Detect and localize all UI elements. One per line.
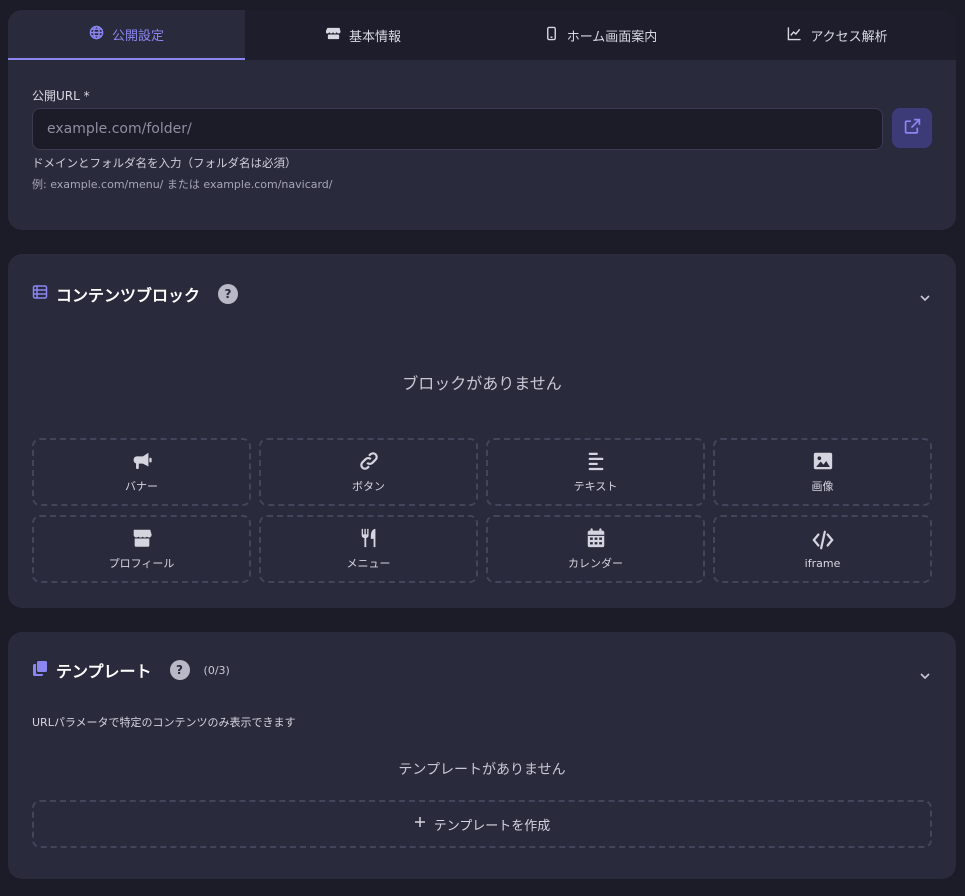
plus-icon <box>414 816 426 832</box>
tab-label: 公開設定 <box>111 28 164 44</box>
add-banner-block[interactable]: バナー <box>32 438 251 506</box>
block-label: ボタン <box>352 480 385 493</box>
block-label: 画像 <box>811 480 834 493</box>
mobile-icon <box>544 26 559 45</box>
help-icon[interactable]: ? <box>218 284 239 304</box>
block-label: テキスト <box>573 480 618 493</box>
template-count: (0/3) <box>203 663 230 677</box>
block-label: プロフィール <box>108 557 175 570</box>
store-icon <box>325 26 341 45</box>
calendar-icon <box>587 528 604 548</box>
add-button-block[interactable]: ボタン <box>259 438 478 506</box>
tab-access-analytics[interactable]: アクセス解析 <box>719 10 956 60</box>
content-blocks-header: コンテンツブロック ? <box>32 282 239 306</box>
megaphone-icon <box>133 452 152 470</box>
url-help-text: ドメインとフォルダ名を入力（フォルダ名は必須） <box>32 156 297 170</box>
tab-label: アクセス解析 <box>810 29 888 45</box>
templates-title: テンプレート <box>56 662 152 681</box>
copy-icon <box>32 660 48 680</box>
tab-label: 基本情報 <box>348 29 401 45</box>
add-calendar-block[interactable]: カレンダー <box>486 515 705 583</box>
chart-line-icon <box>787 26 802 45</box>
link-icon <box>359 452 378 470</box>
templates-header: テンプレート ? (0/3) <box>32 658 230 682</box>
tab-basic-info[interactable]: 基本情報 <box>245 10 482 60</box>
templates-card: テンプレート ? (0/3) URLパラメータで特定のコンテンツのみ表示できます… <box>8 632 956 879</box>
block-label: iframe <box>804 556 841 570</box>
tab-home-screen-guide[interactable]: ホーム画面案内 <box>482 10 719 60</box>
content-blocks-card: コンテンツブロック ? ブロックがありません バナー ボタン テキスト 画像 プ… <box>8 254 956 608</box>
add-text-block[interactable]: テキスト <box>486 438 705 506</box>
block-label: メニュー <box>346 557 391 570</box>
content-blocks-title: コンテンツブロック <box>56 286 201 305</box>
open-url-button[interactable] <box>892 108 932 148</box>
url-example-text: 例: example.com/menu/ または example.com/nav… <box>32 178 333 191</box>
table-list-icon <box>32 284 48 304</box>
external-link-icon <box>904 118 921 139</box>
store-icon <box>133 529 152 547</box>
block-label: カレンダー <box>568 557 623 570</box>
tab-label: ホーム画面案内 <box>566 29 658 45</box>
utensils-icon <box>361 528 375 548</box>
block-label: バナー <box>125 480 158 493</box>
create-template-label: テンプレートを作成 <box>433 818 551 834</box>
align-left-icon <box>588 452 603 471</box>
public-url-input[interactable] <box>32 108 883 150</box>
add-menu-block[interactable]: メニュー <box>259 515 478 583</box>
add-profile-block[interactable]: プロフィール <box>32 515 251 583</box>
chevron-down-icon[interactable] <box>918 291 932 305</box>
chevron-down-icon[interactable] <box>918 669 932 683</box>
help-icon[interactable]: ? <box>169 660 190 680</box>
tab-bar: 公開設定 基本情報 ホーム画面案内 アクセス解析 <box>8 10 956 60</box>
settings-card: 公開設定 基本情報 ホーム画面案内 アクセス解析 公開URL * example… <box>8 10 956 230</box>
url-field-label: 公開URL * <box>32 89 90 103</box>
create-template-button[interactable]: テンプレートを作成 <box>32 800 932 848</box>
add-image-block[interactable]: 画像 <box>713 438 932 506</box>
code-icon <box>811 530 834 549</box>
globe-icon <box>89 25 104 44</box>
templates-empty-message: テンプレートがありません <box>398 762 566 778</box>
block-type-grid: バナー ボタン テキスト 画像 プロフィール メニュー カレンダー iframe <box>32 438 932 583</box>
tab-public-settings[interactable]: 公開設定 <box>8 10 245 60</box>
image-icon <box>813 452 832 470</box>
templates-description: URLパラメータで特定のコンテンツのみ表示できます <box>32 716 296 729</box>
add-iframe-block[interactable]: iframe <box>713 515 932 583</box>
blocks-empty-message: ブロックがありません <box>402 374 562 393</box>
